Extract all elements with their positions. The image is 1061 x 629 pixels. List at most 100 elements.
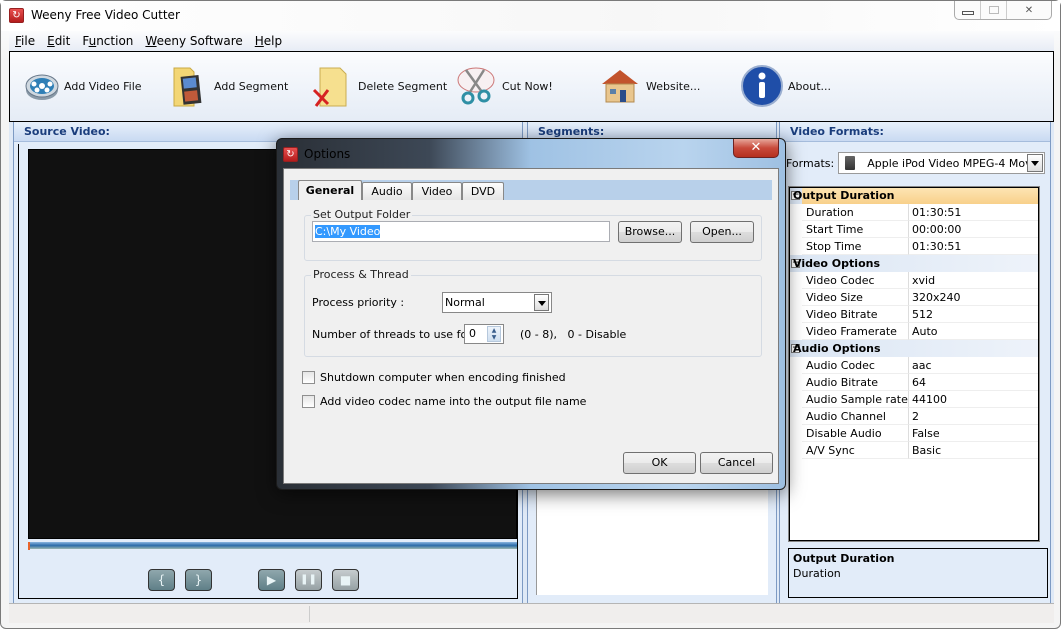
grid-row-value[interactable]: 01:30:51	[909, 238, 1039, 255]
dialog-title: Options	[304, 147, 351, 161]
cut-now-label: Cut Now!	[502, 79, 553, 93]
dialog-close-button[interactable]: ✕	[733, 139, 779, 158]
menu-file-rest: ile	[21, 34, 36, 48]
grid-row[interactable]: Video Framerate Auto	[789, 323, 1039, 340]
codec-name-checkbox-box[interactable]	[302, 395, 315, 408]
grid-row-value[interactable]: 00:00:00	[909, 221, 1039, 238]
tab-dvd[interactable]: DVD	[462, 182, 504, 200]
grid-row-value[interactable]: 01:30:51	[909, 204, 1039, 221]
mark-out-button[interactable]: }	[185, 569, 212, 591]
delete-segment-button[interactable]: Delete Segment	[310, 64, 447, 108]
grid-row-key: Disable Audio	[802, 425, 909, 442]
property-grid[interactable]: − Output Duration Duration 01:30:51 Start Ti…	[788, 186, 1040, 542]
chevron-down-icon[interactable]	[534, 294, 549, 311]
output-folder-input[interactable]: C:\My Video	[312, 221, 610, 242]
formats-selected: Apple iPod Video MPEG-4 Movie (	[867, 156, 1027, 170]
dialog-tabs: General Audio Video DVD	[290, 180, 772, 200]
chevron-down-icon[interactable]	[1027, 154, 1044, 172]
grid-row[interactable]: Audio Bitrate 64	[789, 374, 1039, 391]
process-priority-select[interactable]: Normal	[442, 292, 552, 313]
grid-row[interactable]: Audio Codec aac	[789, 357, 1039, 374]
spinner-arrows-icon[interactable]: ▲ ▼	[487, 326, 501, 342]
close-button[interactable]: ✕	[1007, 1, 1051, 19]
status-separator	[309, 606, 310, 622]
seek-thumb[interactable]	[28, 542, 30, 550]
grid-row-value[interactable]: xvid	[909, 272, 1039, 289]
grid-row[interactable]: Video Size 320x240	[789, 289, 1039, 306]
add-video-file-button[interactable]: Add Video File	[24, 64, 142, 108]
grid-row-value[interactable]: Auto	[909, 323, 1039, 340]
add-segment-button[interactable]: Add Segment	[170, 64, 288, 108]
grid-row-value[interactable]: 44100	[909, 391, 1039, 408]
stop-icon: ■	[339, 573, 352, 587]
tab-audio[interactable]: Audio	[362, 182, 412, 200]
play-icon: ▶	[266, 573, 277, 587]
grid-category[interactable]: − Audio Options	[789, 340, 1039, 357]
shutdown-checkbox-box[interactable]	[302, 371, 315, 384]
about-button[interactable]: About...	[740, 64, 831, 108]
grid-row-key: Stop Time	[802, 238, 909, 255]
menu-help[interactable]: Help	[249, 34, 288, 48]
grid-row-value[interactable]: 512	[909, 306, 1039, 323]
ok-button[interactable]: OK	[623, 452, 696, 474]
grid-row-key: Video Codec	[802, 272, 909, 289]
tab-general[interactable]: General	[298, 180, 362, 200]
grid-row-key: A/V Sync	[802, 442, 909, 459]
menu-help-accel: H	[254, 34, 264, 48]
grid-row-value[interactable]: False	[909, 425, 1039, 442]
formats-row: Formats: Apple iPod Video MPEG-4 Movie (	[786, 152, 1046, 174]
shutdown-checkbox[interactable]: Shutdown computer when encoding finished	[302, 371, 566, 384]
grid-category[interactable]: − Output Duration	[789, 187, 1039, 204]
grid-row[interactable]: Video Bitrate 512	[789, 306, 1039, 323]
grid-row[interactable]: Audio Sample rate 44100	[789, 391, 1039, 408]
threads-hint: (0 - 8), 0 - Disable	[520, 328, 627, 341]
grid-category[interactable]: − Video Options	[789, 255, 1039, 272]
process-thread-group: Process & Thread	[304, 268, 762, 357]
grid-row[interactable]: Disable Audio False	[789, 425, 1039, 442]
grid-category-label: Video Options	[793, 257, 881, 270]
dialog-body: General Audio Video DVD Set Output Folde…	[283, 168, 779, 484]
grid-row[interactable]: A/V Sync Basic	[789, 442, 1039, 459]
mark-in-button[interactable]: {	[148, 569, 175, 591]
grid-row-key: Audio Codec	[802, 357, 909, 374]
grid-category-label: Output Duration	[793, 189, 895, 202]
pause-button[interactable]: ❚❚	[295, 569, 322, 591]
grid-row[interactable]: Audio Channel 2	[789, 408, 1039, 425]
grid-row-value[interactable]: 64	[909, 374, 1039, 391]
cut-now-button[interactable]: Cut Now!	[454, 64, 553, 108]
minimize-button[interactable]	[955, 1, 981, 19]
seek-bar[interactable]	[28, 542, 517, 550]
formats-select[interactable]: Apple iPod Video MPEG-4 Movie (	[838, 152, 1046, 174]
menu-weeny-software[interactable]: Weeny Software	[139, 34, 248, 48]
grid-row[interactable]: Duration 01:30:51	[789, 204, 1039, 221]
grid-row[interactable]: Start Time 00:00:00	[789, 221, 1039, 238]
grid-row-value[interactable]: 2	[909, 408, 1039, 425]
grid-row-value[interactable]: Basic	[909, 442, 1039, 459]
menu-function[interactable]: Function	[76, 34, 139, 48]
browse-button[interactable]: Browse...	[618, 221, 682, 243]
grid-row-value[interactable]: 320x240	[909, 289, 1039, 306]
maximize-button[interactable]	[981, 1, 1007, 19]
grid-row[interactable]: Stop Time 01:30:51	[789, 238, 1039, 255]
grid-row[interactable]: Video Codec xvid	[789, 272, 1039, 289]
codec-name-checkbox[interactable]: Add video codec name into the output fil…	[302, 395, 586, 408]
menu-bar: File Edit Function Weeny Software Help	[9, 31, 1054, 51]
minimize-icon	[961, 11, 974, 15]
play-button[interactable]: ▶	[258, 569, 285, 591]
website-button[interactable]: Website...	[598, 64, 700, 108]
tab-video[interactable]: Video	[412, 182, 462, 200]
menu-edit[interactable]: Edit	[41, 34, 76, 48]
app-icon: ↻	[9, 8, 24, 23]
grid-row-value[interactable]: aac	[909, 357, 1039, 374]
menu-file[interactable]: File	[9, 34, 41, 48]
cancel-button[interactable]: Cancel	[700, 452, 773, 474]
threads-spinner[interactable]: 0 ▲ ▼	[464, 324, 504, 344]
menu-edit-rest: dit	[54, 34, 71, 48]
stop-button[interactable]: ■	[332, 569, 359, 591]
shutdown-checkbox-label: Shutdown computer when encoding finished	[320, 371, 566, 384]
grid-row-key: Audio Channel	[802, 408, 909, 425]
open-button[interactable]: Open...	[690, 221, 754, 243]
caption-buttons: ✕	[954, 1, 1052, 20]
video-formats-pane: Video Formats: Formats: Apple iPod Video…	[779, 122, 1051, 603]
grid-category-label: Audio Options	[793, 342, 881, 355]
